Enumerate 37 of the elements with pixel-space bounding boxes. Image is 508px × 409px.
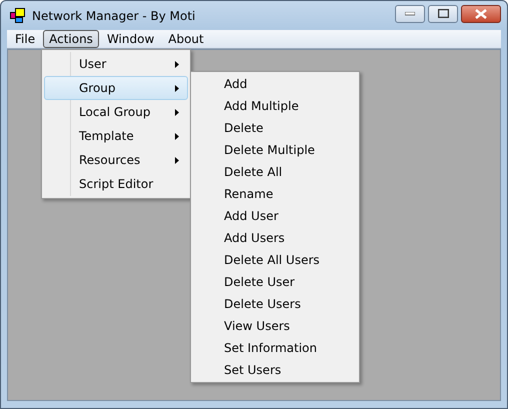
menu-item[interactable]: Rename (191, 183, 359, 205)
menu-item[interactable]: Delete All Users (191, 249, 359, 271)
menu-item[interactable]: Add Multiple (191, 95, 359, 117)
close-icon (475, 8, 487, 18)
menu-item[interactable]: View Users (191, 315, 359, 337)
menu-item[interactable]: User (44, 52, 188, 76)
minimize-icon (405, 12, 415, 16)
menu-item[interactable]: Actions (43, 30, 99, 48)
menu-item[interactable]: Script Editor (44, 172, 188, 196)
menu-item[interactable]: About (162, 30, 210, 48)
submenu-arrow-icon (175, 108, 179, 116)
app-icon (10, 8, 26, 24)
menu-item[interactable]: Add Users (191, 227, 359, 249)
menu-item[interactable]: Local Group (44, 100, 188, 124)
menu-item[interactable]: Window (100, 30, 160, 48)
menu-item[interactable]: Delete (191, 117, 359, 139)
window-title: Network Manager - By Moti (32, 8, 196, 22)
menu-item[interactable]: Add User (191, 205, 359, 227)
minimize-button[interactable] (395, 4, 425, 22)
menu-item[interactable]: Template (44, 124, 188, 148)
menu-item[interactable]: Delete Multiple (191, 139, 359, 161)
submenu-arrow-icon (175, 132, 179, 140)
maximize-icon (438, 9, 448, 18)
submenu-arrow-icon (175, 84, 179, 92)
menu-item[interactable]: Set Information (191, 337, 359, 359)
maximize-button[interactable] (428, 4, 458, 22)
menu-item[interactable]: Delete All (191, 161, 359, 183)
menu-item[interactable]: Group (44, 76, 188, 100)
menu-item[interactable]: Add (191, 73, 359, 95)
submenu-arrow-icon (175, 60, 179, 68)
menu-item[interactable]: Resources (44, 148, 188, 172)
submenu-arrow-icon (175, 156, 179, 164)
menu-item[interactable]: File (9, 30, 42, 48)
menu-item[interactable]: Set Users (191, 359, 359, 381)
menu-item[interactable]: Delete User (191, 271, 359, 293)
menu-item[interactable]: Delete Users (191, 293, 359, 315)
close-button[interactable] (461, 4, 501, 22)
